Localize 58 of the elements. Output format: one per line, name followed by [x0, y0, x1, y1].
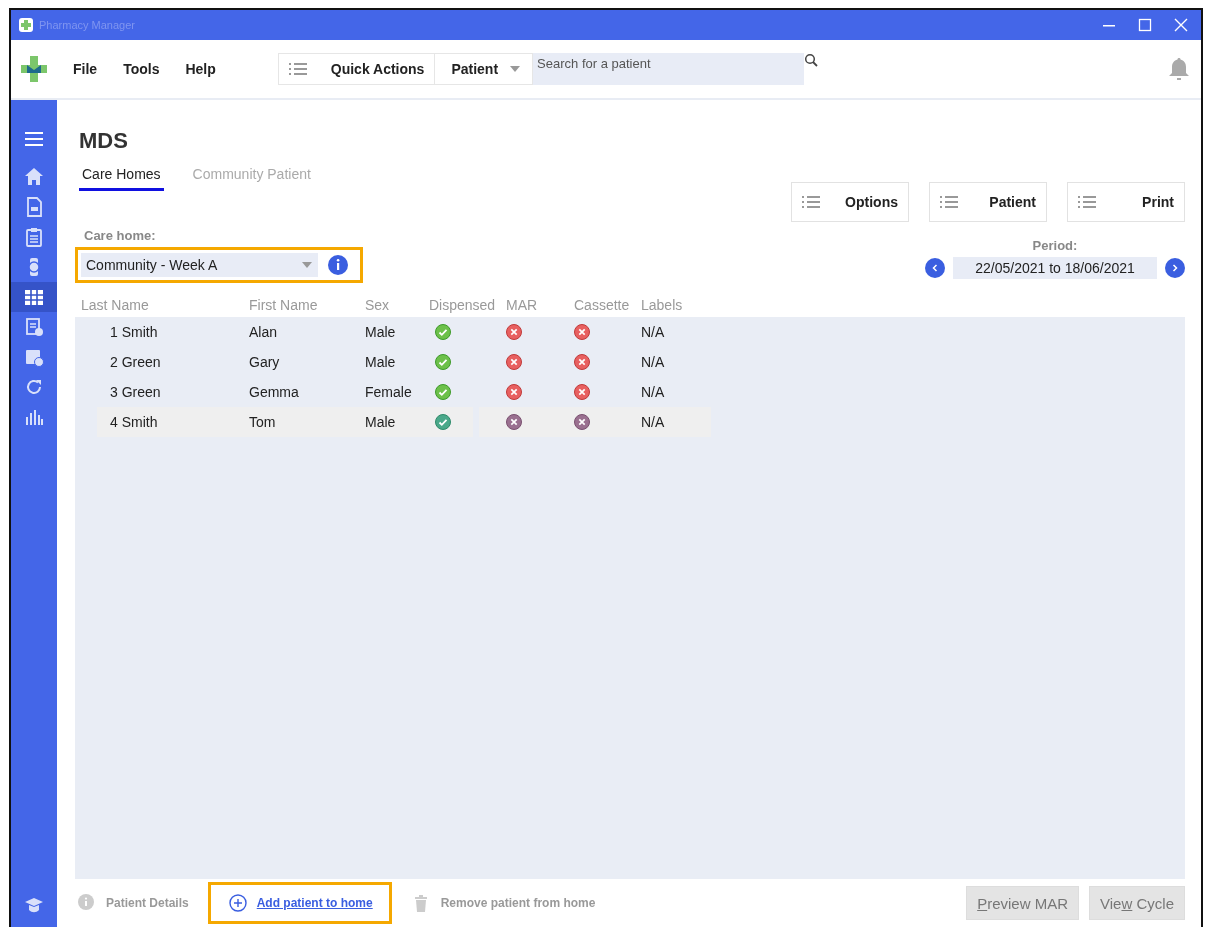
table-cell-text: N/A — [641, 323, 666, 342]
quick-actions-button[interactable]: Quick Actions — [277, 53, 436, 85]
plus-circle-icon — [228, 894, 247, 912]
column-header[interactable]: Cassette — [574, 297, 641, 313]
app-logo-icon — [19, 54, 49, 84]
table-cell-text: Gemma — [249, 383, 300, 402]
list-icon — [802, 194, 820, 210]
list-icon — [1078, 194, 1096, 210]
table-cell-text: Female — [365, 383, 413, 402]
period-field: 22/05/2021 to 18/06/2021 — [953, 257, 1157, 279]
table-cell-text: Male — [365, 353, 397, 372]
table-cell: N/A — [641, 407, 711, 437]
search-field[interactable]: Search for a patient — [533, 53, 805, 85]
next-icon[interactable] — [1165, 258, 1185, 278]
column-header[interactable]: Labels — [641, 297, 711, 313]
page-title: MDS — [79, 128, 129, 154]
action-button[interactable]: Options — [791, 182, 909, 222]
bell-icon[interactable] — [1167, 56, 1191, 82]
column-header[interactable]: Last Name — [75, 297, 249, 313]
field-label: Period: — [1032, 238, 1078, 253]
care-home-dropdown[interactable]: Community - Week A — [81, 253, 318, 277]
table-cell-text: Gary — [249, 353, 281, 372]
table-cell-text: N/A — [641, 383, 666, 402]
column-header[interactable]: First Name — [249, 297, 365, 313]
close-icon[interactable] — [1173, 17, 1189, 33]
info-icon — [78, 894, 96, 912]
clipboard-icon[interactable] — [23, 226, 45, 248]
action-button[interactable]: Patient — [929, 182, 1047, 222]
column-header[interactable]: Dispensed — [429, 297, 506, 313]
menu-item[interactable]: File — [73, 61, 98, 77]
tab[interactable]: Community Patient — [189, 166, 314, 191]
action-button[interactable]: Print — [1067, 182, 1185, 222]
menu-item[interactable]: Help — [185, 61, 216, 77]
list-icon — [288, 61, 307, 77]
column-header[interactable]: MAR — [506, 297, 574, 313]
field-label: Care home: — [84, 228, 157, 243]
document-icon[interactable] — [23, 316, 45, 338]
window-title: Pharmacy Manager — [39, 19, 135, 31]
maximize-icon[interactable] — [1137, 17, 1153, 33]
app-logo-icon — [19, 18, 33, 32]
table-cell-text: Male — [365, 323, 397, 342]
info-icon[interactable] — [328, 255, 348, 275]
tab[interactable]: Care Homes — [79, 166, 164, 191]
table-cell-text: 3 Green — [109, 383, 162, 402]
table-cell-text: Alan — [249, 323, 279, 342]
table-cell: Tom — [249, 407, 365, 437]
previous-icon[interactable] — [925, 258, 945, 278]
list-icon — [940, 194, 958, 210]
table-cell-text: 1 Smith — [109, 323, 159, 342]
column-header[interactable]: Sex — [365, 297, 429, 313]
table-cell-text: 2 Green — [109, 353, 162, 372]
table-cell-text: N/A — [641, 353, 666, 372]
menu-item[interactable]: Tools — [123, 61, 160, 77]
caret-icon — [510, 66, 521, 72]
table-cell: Male — [365, 407, 429, 437]
caret-icon — [302, 262, 312, 268]
footer-link[interactable]: Add patient to home — [228, 894, 373, 912]
home-icon[interactable] — [23, 166, 45, 188]
